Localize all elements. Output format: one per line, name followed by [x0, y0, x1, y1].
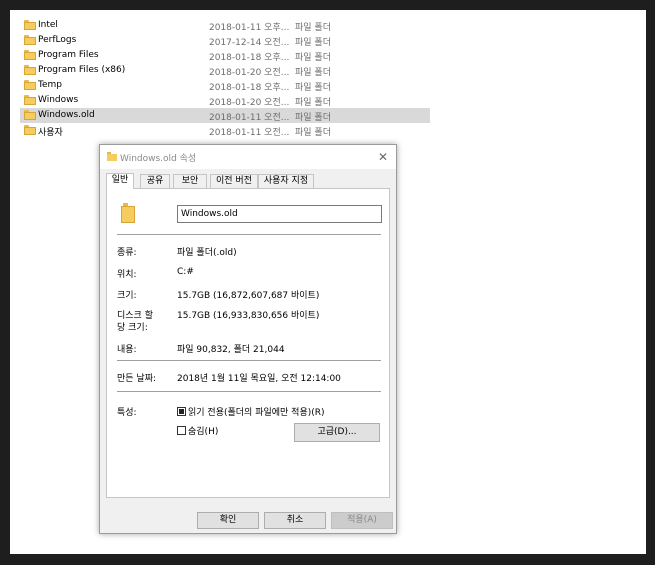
apply-button[interactable]: 적용(A) — [331, 512, 393, 529]
file-type: 파일 폴더 — [295, 53, 331, 63]
folder-icon — [24, 50, 36, 60]
list-item[interactable]: Program Files (x86) 2018-01-20 오전... 파일 … — [20, 63, 430, 78]
file-date: 2018-01-20 오전... — [209, 98, 290, 108]
file-name: Windows.old — [38, 110, 95, 120]
folder-icon — [24, 20, 36, 30]
list-item[interactable]: 사용자 2018-01-11 오전... 파일 폴더 — [20, 123, 430, 138]
file-date: 2018-01-18 오후... — [209, 53, 290, 63]
created-value: 2018년 1월 11일 목요일, 오전 12:14:00 — [177, 374, 341, 384]
tab-security[interactable]: 보안 — [173, 174, 207, 188]
contents-value: 파일 90,832, 폴더 21,044 — [177, 345, 285, 355]
folder-icon — [24, 35, 36, 45]
list-item[interactable]: Windows 2018-01-20 오전... 파일 폴더 — [20, 93, 430, 108]
list-item-selected[interactable]: Windows.old 2018-01-11 오전... 파일 폴더 — [20, 108, 430, 123]
file-date: 2018-01-18 오후... — [209, 83, 290, 93]
file-name: Intel — [38, 20, 58, 30]
file-date: 2017-12-14 오전... — [209, 38, 290, 48]
file-name: PerfLogs — [38, 35, 77, 45]
ok-button[interactable]: 확인 — [197, 512, 259, 529]
hidden-label: 숨김(H) — [188, 427, 219, 437]
properties-dialog: Windows.old 속성 ✕ 일반 공유 보안 이전 버전 사용자 지정 종… — [99, 144, 397, 534]
readonly-label: 읽기 전용(폴더의 파일에만 적용)(R) — [188, 408, 325, 418]
tab-general[interactable]: 일반 — [106, 173, 134, 189]
folder-icon — [121, 203, 135, 223]
file-type: 파일 폴더 — [295, 68, 331, 78]
file-type: 파일 폴더 — [295, 128, 331, 138]
file-name: 사용자 — [38, 128, 63, 138]
folder-icon — [24, 110, 36, 120]
folder-icon — [24, 125, 36, 135]
divider — [117, 391, 381, 392]
list-item[interactable]: Temp 2018-01-18 오후... 파일 폴더 — [20, 78, 430, 93]
title-bar[interactable]: Windows.old 속성 ✕ — [100, 145, 396, 169]
list-item[interactable]: Program Files 2018-01-18 오후... 파일 폴더 — [20, 48, 430, 63]
file-name: Program Files (x86) — [38, 65, 126, 75]
file-type: 파일 폴더 — [295, 38, 331, 48]
file-date: 2018-01-20 오전... — [209, 68, 290, 78]
list-item[interactable]: Intel 2018-01-11 오후... 파일 폴더 — [20, 18, 430, 33]
file-type: 파일 폴더 — [295, 113, 331, 123]
file-date: 2018-01-11 오후... — [209, 23, 290, 33]
contents-label: 내용: — [117, 345, 137, 355]
location-label: 위치: — [117, 270, 137, 280]
file-name: Temp — [38, 80, 62, 90]
file-type: 파일 폴더 — [295, 98, 331, 108]
file-name: Program Files — [38, 50, 99, 60]
tab-sharing[interactable]: 공유 — [140, 174, 170, 188]
folder-icon — [107, 152, 117, 161]
tab-previous-versions[interactable]: 이전 버전 — [210, 174, 258, 188]
tab-customize[interactable]: 사용자 지정 — [258, 174, 314, 188]
attributes-label: 특성: — [117, 408, 137, 418]
readonly-checkbox[interactable] — [177, 407, 186, 416]
file-name: Windows — [38, 95, 79, 105]
folder-icon — [24, 65, 36, 75]
cancel-button[interactable]: 취소 — [264, 512, 326, 529]
divider — [117, 234, 381, 235]
created-label: 만든 날짜: — [117, 374, 157, 384]
folder-icon — [24, 80, 36, 90]
close-button[interactable]: ✕ — [374, 148, 392, 166]
list-item[interactable]: PerfLogs 2017-12-14 오전... 파일 폴더 — [20, 33, 430, 48]
disk-size-value: 15.7GB (16,933,830,656 바이트) — [177, 311, 320, 321]
general-panel: 종류: 파일 폴더(.old) 위치: C:# 크기: 15.7GB (16,8… — [106, 188, 390, 498]
advanced-button[interactable]: 고급(D)... — [294, 423, 380, 442]
file-type: 파일 폴더 — [295, 23, 331, 33]
disk-size-label-line2: 당 크기: — [117, 323, 148, 333]
size-label: 크기: — [117, 291, 137, 301]
file-type: 파일 폴더 — [295, 83, 331, 93]
type-label: 종류: — [117, 248, 137, 258]
type-value: 파일 폴더(.old) — [177, 248, 237, 258]
hidden-checkbox[interactable] — [177, 426, 186, 435]
folder-icon — [24, 95, 36, 105]
file-date: 2018-01-11 오전... — [209, 113, 290, 123]
close-icon: ✕ — [377, 150, 389, 164]
divider — [117, 360, 381, 361]
location-value: C:# — [177, 267, 194, 277]
folder-name-input[interactable] — [177, 205, 382, 223]
size-value: 15.7GB (16,872,607,687 바이트) — [177, 291, 320, 301]
dialog-title: Windows.old 속성 — [120, 154, 197, 164]
file-date: 2018-01-11 오전... — [209, 128, 290, 138]
